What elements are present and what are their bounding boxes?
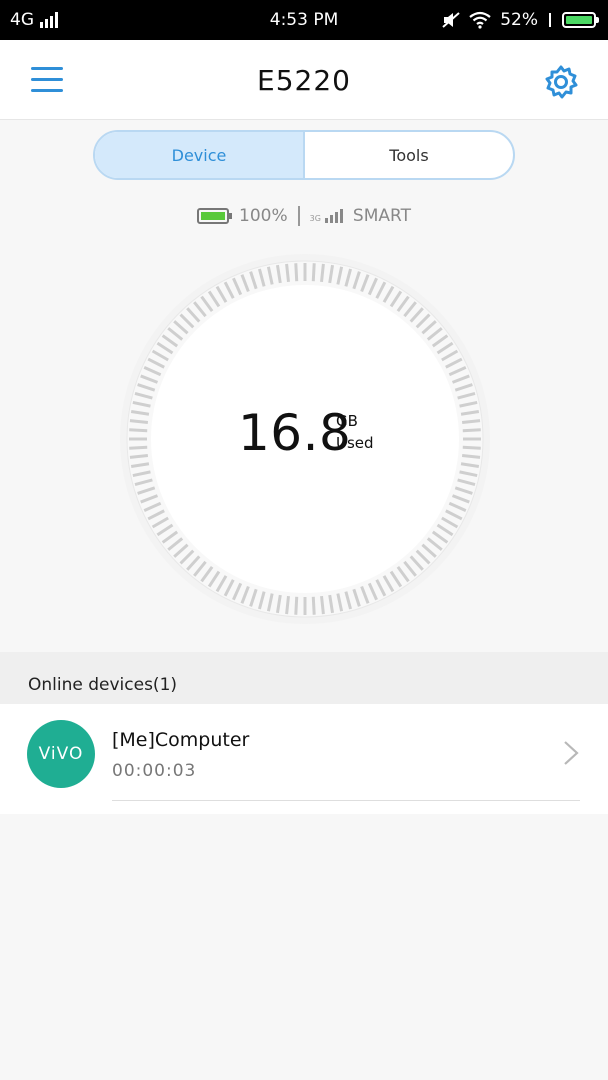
usage-value: 16.8 xyxy=(238,404,352,462)
usage-unit: GB Used xyxy=(336,410,374,454)
device-battery-icon xyxy=(197,208,233,224)
gauge-tick xyxy=(129,419,149,424)
settings-button[interactable] xyxy=(543,64,579,100)
gauge-tick xyxy=(294,263,299,282)
carrier-label: SMART xyxy=(352,206,411,226)
mute-icon xyxy=(442,12,460,28)
gauge-tick xyxy=(461,454,481,459)
divider xyxy=(112,800,580,801)
gauge-tick xyxy=(129,428,148,433)
gauge-tick xyxy=(129,445,148,450)
wifi-icon xyxy=(469,11,491,29)
gauge-tick xyxy=(285,263,290,283)
online-devices-title: Online devices(1) xyxy=(28,675,178,695)
gauge-tick xyxy=(462,445,481,450)
signal-strength-icon xyxy=(40,12,58,28)
usage-unit-label: GB xyxy=(336,412,358,430)
device-signal-icon: 3G xyxy=(310,209,343,223)
device-name: [Me]Computer xyxy=(112,729,250,751)
usage-used-label: Used xyxy=(336,434,374,452)
page-title: E5220 xyxy=(257,64,351,97)
device-connected-time: 00:00:03 xyxy=(112,761,197,781)
gauge-tick xyxy=(461,419,481,424)
app-bar: E5220 xyxy=(0,40,608,120)
gauge-tick xyxy=(311,596,316,615)
gauge-tick xyxy=(462,428,481,433)
avatar: ViVO xyxy=(27,720,95,788)
tab-switcher: Device Tools xyxy=(93,130,515,180)
status-left: 4G xyxy=(10,0,58,40)
network-type-tag: 3G xyxy=(309,214,321,223)
gauge-tick xyxy=(294,596,299,615)
hamburger-menu-icon xyxy=(31,67,63,70)
status-bar: 4G 4:53 PM 52% xyxy=(0,0,608,40)
gauge-tick xyxy=(320,263,325,283)
status-right: 52% xyxy=(442,0,599,40)
battery-percent-label: 52% xyxy=(500,10,538,30)
gauge-tick xyxy=(311,263,316,282)
menu-button[interactable] xyxy=(31,67,63,93)
network-type-label: 4G xyxy=(10,10,34,30)
device-status-row: 100% 3G SMART xyxy=(0,203,608,229)
charging-icon xyxy=(549,13,551,27)
gauge-tick xyxy=(129,454,149,459)
battery-icon xyxy=(562,12,599,28)
gauge-tick xyxy=(285,595,290,615)
tab-tools[interactable]: Tools xyxy=(305,132,513,178)
chevron-right-icon[interactable] xyxy=(562,740,580,766)
gear-icon xyxy=(545,65,578,99)
device-battery-label: 100% xyxy=(239,206,288,226)
gauge-tick xyxy=(320,595,325,615)
tab-device[interactable]: Device xyxy=(95,132,305,178)
divider xyxy=(297,206,300,226)
